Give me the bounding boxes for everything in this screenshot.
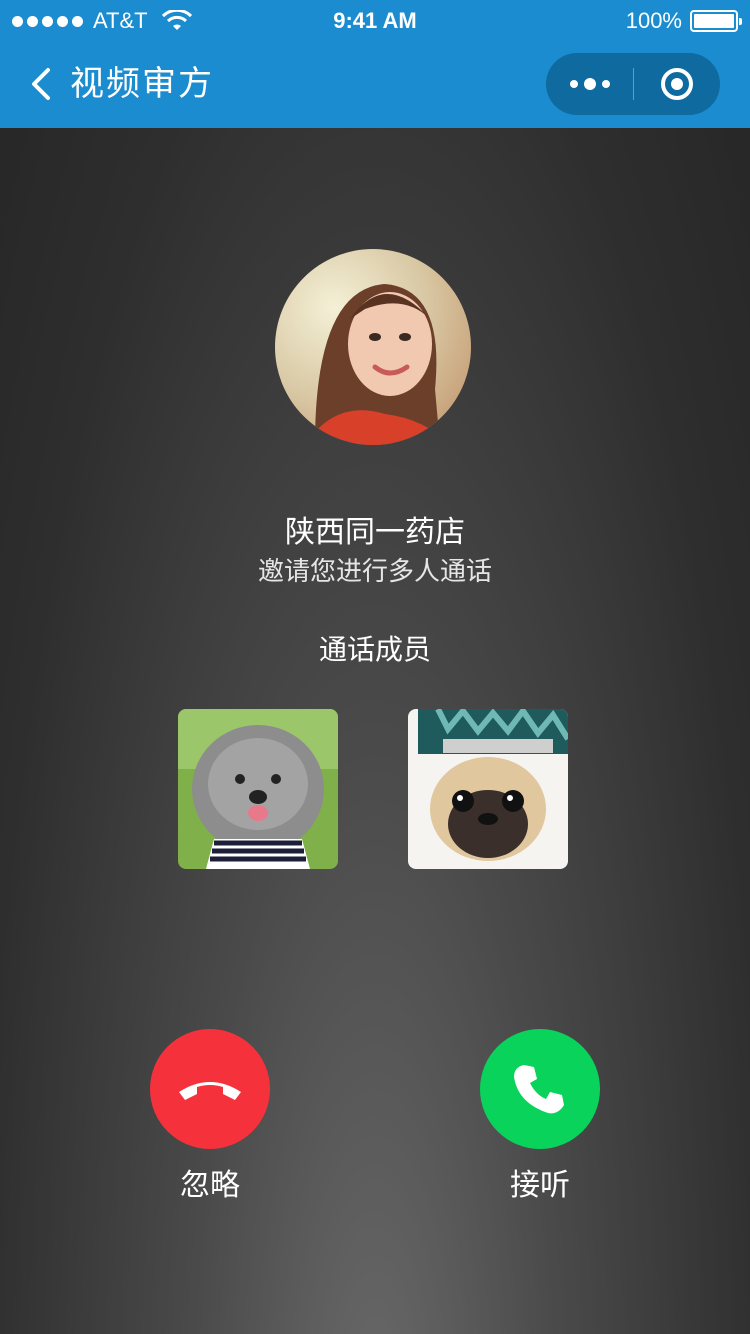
phone-icon bbox=[514, 1065, 564, 1114]
member-avatar-poodle bbox=[178, 709, 338, 869]
decline-label: 忽略 bbox=[180, 1168, 240, 1203]
page-title: 视频审方 bbox=[70, 64, 214, 104]
invite-text: 邀请您进行多人通话 bbox=[257, 557, 492, 587]
miniprogram-capsule bbox=[546, 53, 720, 115]
battery-percent: 100% bbox=[625, 8, 682, 33]
nav-bar: 视频审方 bbox=[0, 40, 750, 128]
more-button[interactable] bbox=[546, 53, 633, 115]
caller-avatar bbox=[275, 249, 471, 445]
accept-label: 接听 bbox=[510, 1168, 570, 1203]
status-bar: AT&T 9:41 AM 100% bbox=[0, 0, 750, 40]
target-circle-icon bbox=[661, 68, 693, 100]
battery-icon bbox=[690, 10, 742, 32]
member-avatar-pug bbox=[408, 709, 568, 869]
back-chevron-icon[interactable] bbox=[24, 62, 64, 106]
caller-name: 陕西同一药店 bbox=[285, 515, 465, 550]
decline-call-button[interactable] bbox=[150, 1029, 270, 1149]
hang-up-phone-icon bbox=[179, 1082, 241, 1100]
close-miniprogram-button[interactable] bbox=[634, 53, 720, 115]
members-title: 通话成员 bbox=[318, 633, 431, 666]
status-right: 100% bbox=[625, 8, 742, 34]
accept-call-button[interactable] bbox=[480, 1029, 600, 1149]
